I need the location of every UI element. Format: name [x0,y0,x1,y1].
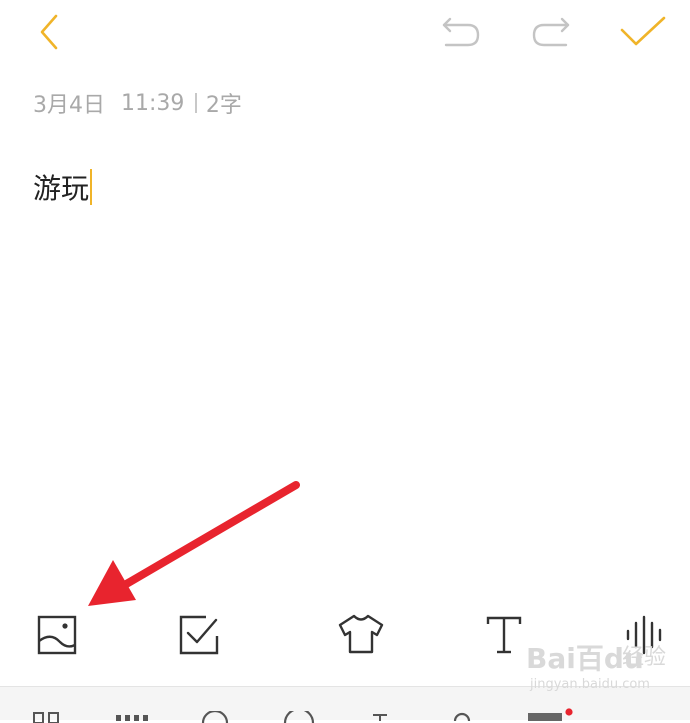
top-bar [0,0,690,68]
text-caret [90,169,93,205]
note-time: 11:39 [121,90,185,116]
text-format-icon[interactable] [484,614,524,656]
shirt-icon[interactable] [337,613,385,655]
note-editor[interactable]: 游玩 [33,167,93,207]
strip-user-icon[interactable] [450,709,474,721]
note-content[interactable]: 游玩 [33,167,89,207]
strip-grid-icon[interactable] [32,711,62,723]
strip-emoji-icon[interactable] [200,711,230,723]
note-date: 3月4日 [33,93,105,118]
baidu-jingyan-watermark: Bai百du 经验 jingyan.baidu.com [526,637,666,699]
note-meta: 3月4日 11:39 2字 [33,88,242,119]
watermark-url: jingyan.baidu.com [530,677,650,692]
checkmark-icon[interactable] [618,14,668,50]
watermark-service: 经验 [622,645,667,670]
strip-more-icon[interactable] [526,707,576,721]
strip-keyboard-icon[interactable] [114,714,154,722]
word-count: 2字 [205,93,242,118]
image-icon[interactable] [36,614,78,656]
redo-icon[interactable] [528,14,574,50]
undo-icon[interactable] [438,14,484,50]
chevron-left-icon[interactable] [30,12,70,52]
meta-separator [195,93,197,113]
checklist-icon[interactable] [178,614,220,656]
strip-search-icon[interactable] [282,711,316,723]
